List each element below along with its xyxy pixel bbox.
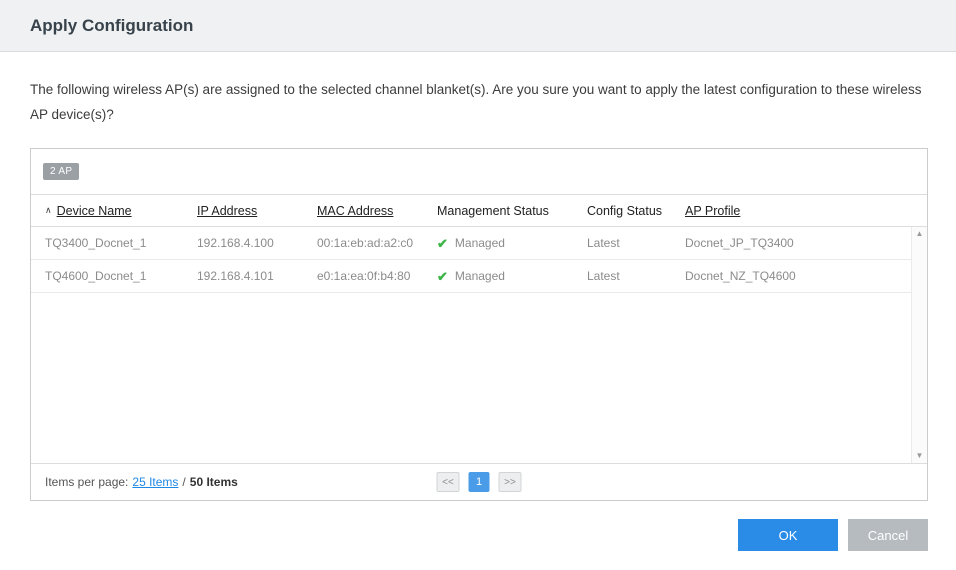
confirmation-message: The following wireless AP(s) are assigne… (30, 82, 922, 122)
column-label-management-status: Management Status (437, 203, 549, 218)
ap-table-panel: 2 AP ∧ Device Name IP Address MAC Addres… (30, 148, 928, 501)
table-row: TQ4600_Docnet_1 192.168.4.101 e0:1a:ea:0… (31, 260, 911, 293)
cell-config-status: Latest (587, 236, 620, 250)
management-status-text: Managed (454, 269, 505, 283)
column-header-device-name[interactable]: ∧ Device Name (45, 204, 197, 218)
table-toolbar: 2 AP (31, 149, 927, 194)
column-label-config-status: Config Status (587, 203, 663, 218)
scrollbar-track[interactable] (912, 238, 927, 452)
column-header-config-status: Config Status (587, 204, 685, 218)
scroll-up-icon[interactable]: ▲ (916, 230, 924, 238)
column-label-ip-address: IP Address (197, 203, 258, 218)
cell-management-status: ✔ Managed (437, 269, 587, 283)
column-header-ap-profile[interactable]: AP Profile (685, 204, 927, 218)
table-scrollbar[interactable]: ▲ ▼ (911, 227, 927, 463)
column-header-management-status: Management Status (437, 204, 587, 218)
column-header-mac-address[interactable]: MAC Address (317, 204, 437, 218)
management-status-text: Managed (454, 236, 505, 250)
cell-mac-address: 00:1a:eb:ad:a2:c0 (317, 236, 414, 250)
cell-ip-address: 192.168.4.100 (197, 236, 274, 250)
cell-ap-profile: Docnet_NZ_TQ4600 (685, 269, 796, 283)
items-per-page-info: Items per page: 25 Items / 50 Items (45, 475, 238, 489)
column-header-ip-address[interactable]: IP Address (197, 204, 317, 218)
table-row: TQ3400_Docnet_1 192.168.4.100 00:1a:eb:a… (31, 227, 911, 260)
table-header-row: ∧ Device Name IP Address MAC Address Man… (31, 194, 927, 227)
pagination: << 1 >> (436, 472, 522, 492)
pagination-prev-button[interactable]: << (436, 472, 460, 492)
pagination-next-button[interactable]: >> (498, 472, 522, 492)
ap-count-badge: 2 AP (43, 163, 80, 180)
apply-configuration-dialog: Apply Configuration The following wirele… (0, 0, 956, 551)
items-per-page-link[interactable]: 25 Items (132, 475, 178, 489)
cell-config-status: Latest (587, 269, 620, 283)
cell-device-name: TQ3400_Docnet_1 (45, 236, 147, 250)
items-separator: / (182, 475, 186, 489)
table-body: TQ3400_Docnet_1 192.168.4.100 00:1a:eb:a… (31, 227, 927, 463)
dialog-header: Apply Configuration (0, 0, 956, 52)
dialog-title: Apply Configuration (30, 15, 194, 35)
sort-asc-icon: ∧ (45, 205, 52, 215)
cell-management-status: ✔ Managed (437, 236, 587, 250)
dialog-actions: OK Cancel (738, 519, 928, 551)
column-label-device-name: Device Name (56, 203, 132, 218)
total-items-label: 50 Items (189, 475, 238, 489)
ok-button[interactable]: OK (738, 519, 838, 551)
managed-check-icon: ✔ (437, 269, 448, 283)
pagination-page-1-button[interactable]: 1 (468, 472, 490, 492)
cell-ip-address: 192.168.4.101 (197, 269, 274, 283)
scroll-down-icon[interactable]: ▼ (916, 452, 924, 460)
column-label-mac-address: MAC Address (317, 203, 394, 218)
cancel-button[interactable]: Cancel (848, 519, 928, 551)
cell-mac-address: e0:1a:ea:0f:b4:80 (317, 269, 411, 283)
cell-ap-profile: Docnet_JP_TQ3400 (685, 236, 794, 250)
managed-check-icon: ✔ (437, 236, 448, 250)
items-per-page-label: Items per page: (45, 475, 129, 489)
column-label-ap-profile: AP Profile (685, 203, 741, 218)
table-footer: Items per page: 25 Items / 50 Items << 1… (31, 463, 927, 500)
cell-device-name: TQ4600_Docnet_1 (45, 269, 147, 283)
